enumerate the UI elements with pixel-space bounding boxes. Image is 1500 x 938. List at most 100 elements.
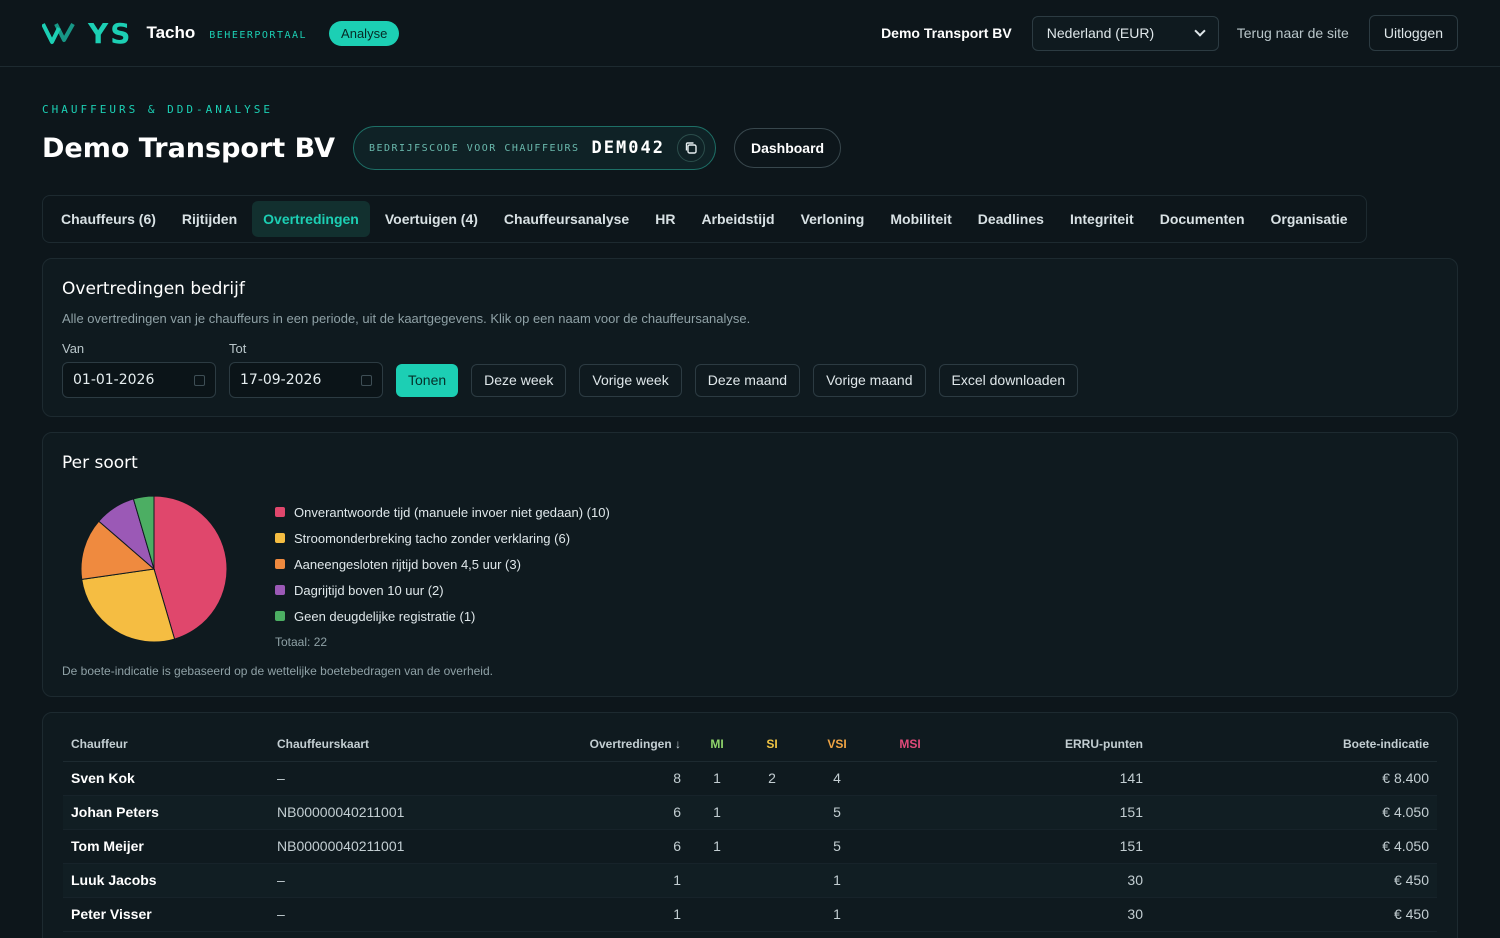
country-select[interactable]: Nederland (EUR) [1031, 15, 1219, 51]
driver-name-cell[interactable]: Peter Visser [63, 897, 269, 932]
legend-label: Dagrijtijd boven 10 uur (2) [294, 582, 444, 598]
calendar-icon[interactable] [194, 374, 205, 386]
driver-name-cell[interactable]: Sven Kok [63, 761, 269, 796]
tab-organisatie[interactable]: Organisatie [1260, 201, 1359, 237]
excel-download-button[interactable]: Excel downloaden [938, 363, 1079, 397]
legend-label: Onverantwoorde tijd (manuele invoer niet… [294, 504, 610, 520]
table-row[interactable]: Johan Peters NB00000040211001 6 1 5 151 € 4.05… [63, 795, 1437, 830]
tab-hr[interactable]: HR [644, 201, 686, 237]
table-row[interactable]: Tom Meijer NB00000040211001 6 1 5 151 € 4.050 [63, 829, 1437, 864]
violations-cell: 8 [539, 761, 689, 796]
card-cell: – [269, 863, 539, 898]
si-cell [745, 863, 799, 898]
vsi-cell: 5 [799, 795, 875, 830]
to-date-value: 17-09-2026 [240, 372, 322, 388]
mi-cell [689, 897, 745, 932]
col-card[interactable]: Chauffeurskaart [269, 727, 539, 762]
fine-cell: € 4.050 [1151, 829, 1437, 864]
si-cell [745, 897, 799, 932]
tab-deadlines[interactable]: Deadlines [967, 201, 1055, 237]
si-cell [745, 829, 799, 864]
legend-item: Dagrijtijd boven 10 uur (2) [275, 577, 610, 603]
vsi-cell: 4 [799, 761, 875, 796]
fine-cell: € 8.400 [1151, 761, 1437, 796]
col-erru[interactable]: ERRU-punten [945, 727, 1151, 762]
legend-item: Aaneengesloten rijtijd boven 4,5 uur (3) [275, 551, 610, 577]
erru-cell: 151 [945, 829, 1151, 864]
fine-note: De boete-indicatie is gebaseerd op de we… [62, 664, 493, 678]
legend-item: Geen deugdelijke registratie (1) [275, 603, 610, 629]
si-cell [745, 795, 799, 830]
back-to-site-link[interactable]: Terug naar de site [1237, 25, 1349, 41]
tab-chauffeurs[interactable]: Chauffeurs (6) [50, 201, 167, 237]
table-row[interactable]: Sven Kok –8 1 2 4 141 € 8.400 [63, 761, 1437, 796]
tab-integriteit[interactable]: Integriteit [1059, 201, 1145, 237]
copy-code-button[interactable] [676, 134, 705, 162]
driver-name-cell[interactable]: Luuk Jacobs [63, 863, 269, 898]
msi-cell [875, 897, 945, 932]
msi-cell [875, 795, 945, 830]
legend-label: Geen deugdelijke registratie (1) [294, 608, 476, 624]
msi-cell [875, 761, 945, 796]
legend-label: Stroomonderbreking tacho zonder verklari… [294, 530, 571, 546]
col-si[interactable]: SI [745, 727, 799, 762]
calendar-icon[interactable] [361, 374, 372, 386]
tab-rijtijden[interactable]: Rijtijden [171, 201, 248, 237]
col-fine[interactable]: Boete-indicatie [1151, 727, 1437, 762]
legend-swatch [275, 507, 285, 517]
country-select-value: Nederland (EUR) [1046, 25, 1155, 41]
tab-arbeidstijd[interactable]: Arbeidstijd [690, 201, 785, 237]
tab-overtredingen[interactable]: Overtredingen [252, 201, 370, 237]
card-cell: NB00000040211001 [269, 795, 539, 830]
company-name: Demo Transport BV [881, 25, 1012, 41]
erru-cell: 30 [945, 897, 1151, 932]
show-button[interactable]: Tonen [396, 363, 459, 397]
pie-legend: Onverantwoorde tijd (manuele invoer niet… [275, 499, 610, 649]
company-code-label: BEDRIJFSCODE VOOR CHAUFFEURS [368, 142, 580, 154]
logo-v-icon [42, 21, 76, 45]
driver-name-cell[interactable]: Tom Meijer [63, 829, 269, 864]
company-code-box: BEDRIJFSCODE VOOR CHAUFFEURS DEM042 [352, 126, 716, 170]
legend-swatch [275, 559, 285, 569]
col-driver[interactable]: Chauffeur [63, 727, 269, 762]
mi-cell: 1 [689, 795, 745, 830]
last-month-button[interactable]: Vorige maand [813, 363, 926, 397]
per-type-card: Per soort Onverantwoorde tijd (manuele i… [42, 432, 1458, 697]
per-type-title: Per soort [62, 453, 138, 473]
tab-chauffeursanalyse[interactable]: Chauffeursanalyse [493, 201, 640, 237]
from-date-value: 01-01-2026 [73, 372, 155, 388]
to-date-input[interactable]: 17-09-2026 [229, 362, 383, 398]
mi-cell: 1 [689, 761, 745, 796]
this-week-button[interactable]: Deze week [471, 363, 567, 397]
col-mi[interactable]: MI [689, 727, 745, 762]
from-date-input[interactable]: 01-01-2026 [62, 362, 216, 398]
drivers-violations-table-card: Chauffeur Chauffeurskaart Overtredingen … [42, 712, 1458, 938]
logo-text: YS [88, 16, 133, 50]
table-row[interactable]: Luuk Jacobs –1 1 30 € 450 [63, 863, 1437, 898]
table-row[interactable]: Peter Visser –1 1 30 € 450 [63, 897, 1437, 932]
col-msi[interactable]: MSI [875, 727, 945, 762]
last-week-button[interactable]: Vorige week [579, 363, 682, 397]
from-label: Van [62, 341, 85, 356]
to-label: Tot [229, 341, 247, 356]
logout-button[interactable]: Uitloggen [1368, 15, 1458, 51]
pie-total: Totaal: 22 [275, 635, 328, 649]
legend-swatch [275, 533, 285, 543]
col-vsi[interactable]: VSI [799, 727, 875, 762]
logo[interactable]: YS Tacho BEHEERPORTAAL Analyse [42, 16, 400, 50]
driver-name-cell[interactable]: Johan Peters [63, 795, 269, 830]
filter-card-title: Overtredingen bedrijf [62, 279, 245, 299]
card-cell: NB00000040211001 [269, 829, 539, 864]
violations-cell: 6 [539, 829, 689, 864]
fine-cell: € 4.050 [1151, 795, 1437, 830]
tab-documenten[interactable]: Documenten [1149, 201, 1256, 237]
violations-filter-card: Overtredingen bedrijf Alle overtredingen… [42, 258, 1458, 417]
tab-verloning[interactable]: Verloning [790, 201, 876, 237]
tab-mobiliteit[interactable]: Mobiliteit [879, 201, 962, 237]
vsi-cell: 1 [799, 897, 875, 932]
tab-voertuigen[interactable]: Voertuigen (4) [374, 201, 489, 237]
company-code-value: DEM042 [591, 138, 665, 158]
col-violations[interactable]: Overtredingen ↓ [539, 727, 689, 762]
this-month-button[interactable]: Deze maand [694, 363, 801, 397]
dashboard-button[interactable]: Dashboard [733, 128, 842, 168]
